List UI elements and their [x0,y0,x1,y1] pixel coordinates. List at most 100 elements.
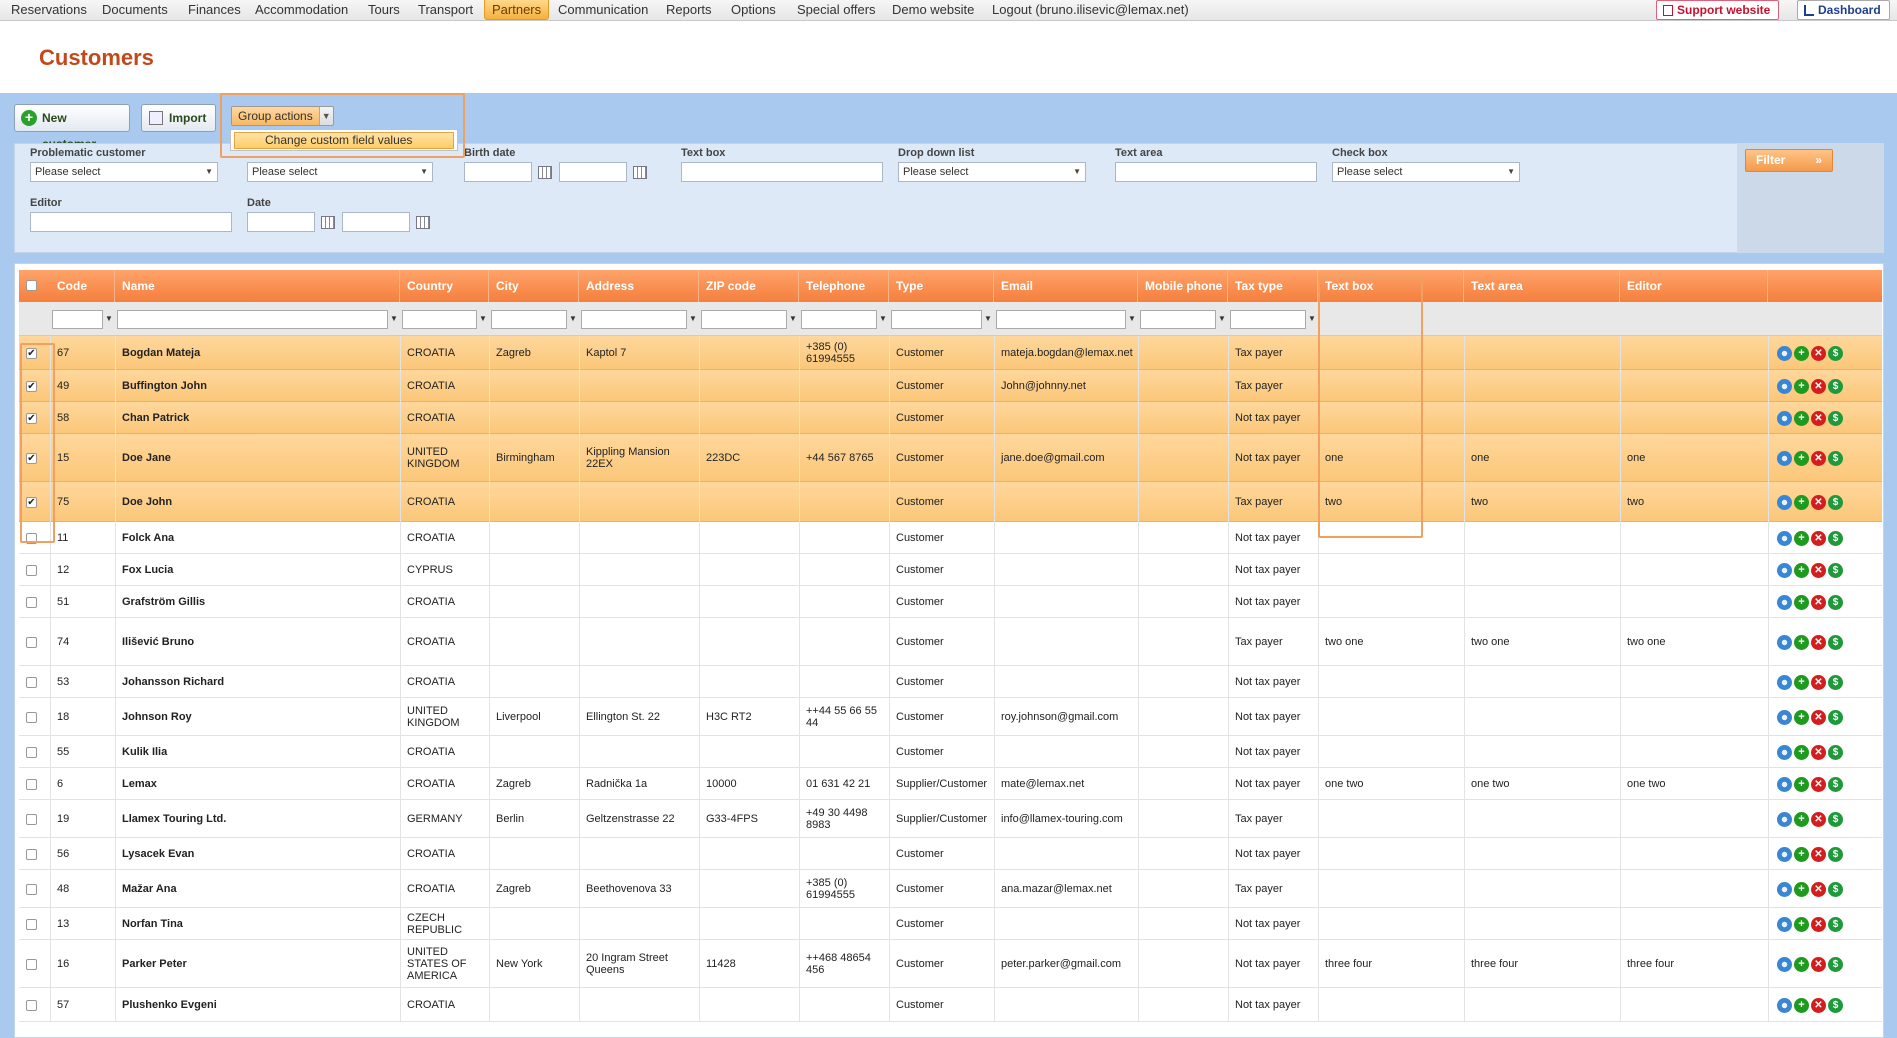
row-checkbox[interactable] [26,958,37,970]
row-checkbox[interactable] [26,918,37,930]
delete-x-icon[interactable]: ✕ [1811,530,1826,546]
delete-x-icon[interactable]: ✕ [1811,997,1826,1013]
add-plus-icon[interactable]: + [1794,811,1809,827]
row-checkbox[interactable] [26,813,37,825]
payment-dollar-icon[interactable]: $ [1828,562,1843,578]
column-header-name[interactable]: Name [115,270,400,302]
delete-x-icon[interactable]: ✕ [1811,956,1826,972]
table-row[interactable]: 12 Fox Lucia CYPRUS Customer Not tax payer + ✕… [19,554,1882,586]
payment-dollar-icon[interactable]: $ [1828,997,1843,1013]
vip-client-select[interactable]: Please select ▼ [247,162,433,182]
row-checkbox[interactable] [26,636,37,648]
payment-dollar-icon[interactable]: $ [1828,744,1843,760]
drop-down-list-select[interactable]: Please select ▼ [898,162,1086,182]
delete-x-icon[interactable]: ✕ [1811,674,1826,690]
chevron-down-icon[interactable]: ▼ [1308,314,1316,323]
column-filter-name[interactable] [117,310,388,329]
table-row[interactable]: ✔ 67 Bogdan Mateja CROATIA Zagreb Kaptol 7 +38… [19,336,1882,370]
row-checkbox[interactable] [26,883,37,895]
add-plus-icon[interactable]: + [1794,378,1809,394]
add-plus-icon[interactable]: + [1794,494,1809,510]
add-plus-icon[interactable]: + [1794,562,1809,578]
add-plus-icon[interactable]: + [1794,997,1809,1013]
settings-gear-icon[interactable] [1777,530,1792,546]
column-header-city[interactable]: City [489,270,579,302]
settings-gear-icon[interactable] [1777,997,1792,1013]
settings-gear-icon[interactable] [1777,674,1792,690]
delete-x-icon[interactable]: ✕ [1811,744,1826,760]
table-row[interactable]: 13 Norfan Tina CZECH REPUBLIC Customer Not t… [19,908,1882,940]
delete-x-icon[interactable]: ✕ [1811,450,1826,466]
column-header-tax-type[interactable]: Tax type [1228,270,1318,302]
editor-input[interactable] [30,212,232,232]
import-button[interactable]: Import [141,104,216,132]
column-header-country[interactable]: Country [400,270,489,302]
column-header-type[interactable]: Type [889,270,994,302]
delete-x-icon[interactable]: ✕ [1811,709,1826,725]
payment-dollar-icon[interactable]: $ [1828,846,1843,862]
column-header-editor[interactable]: Editor [1620,270,1768,302]
birth-date-to-input[interactable] [559,162,627,182]
settings-gear-icon[interactable] [1777,846,1792,862]
calendar-icon[interactable] [321,216,335,229]
add-plus-icon[interactable]: + [1794,916,1809,932]
settings-gear-icon[interactable] [1777,776,1792,792]
table-row[interactable]: 53 Johansson Richard CROATIA Customer Not ta… [19,666,1882,698]
nav-item-demo-website[interactable]: Demo website [885,0,981,20]
column-filter-tax[interactable] [1230,310,1306,329]
chevron-down-icon[interactable]: ▼ [479,314,487,323]
column-header-zip-code[interactable]: ZIP code [699,270,799,302]
add-plus-icon[interactable]: + [1794,846,1809,862]
column-filter-mobile[interactable] [1140,310,1216,329]
settings-gear-icon[interactable] [1777,345,1792,361]
payment-dollar-icon[interactable]: $ [1828,378,1843,394]
table-row[interactable]: ✔ 49 Buffington John CROATIA Customer John@jo… [19,370,1882,402]
calendar-icon[interactable] [538,166,552,179]
row-checkbox[interactable] [26,596,37,608]
table-row[interactable]: 6 Lemax CROATIA Zagreb Radnička 1a 10000 01 63… [19,768,1882,800]
delete-x-icon[interactable]: ✕ [1811,634,1826,650]
column-header-email[interactable]: Email [994,270,1138,302]
date-to-input[interactable] [342,212,410,232]
row-checkbox[interactable] [26,999,37,1011]
payment-dollar-icon[interactable]: $ [1828,956,1843,972]
column-header-mobile-phone[interactable]: Mobile phone [1138,270,1228,302]
nav-item-options[interactable]: Options [724,0,783,20]
row-checkbox[interactable] [26,711,37,723]
row-checkbox[interactable] [26,746,37,758]
add-plus-icon[interactable]: + [1794,881,1809,897]
delete-x-icon[interactable]: ✕ [1811,562,1826,578]
select-all-checkbox[interactable] [26,280,37,291]
table-row[interactable]: 18 Johnson Roy UNITED KINGDOM Liverpool Elli… [19,698,1882,736]
add-plus-icon[interactable]: + [1794,709,1809,725]
delete-x-icon[interactable]: ✕ [1811,881,1826,897]
chevron-down-icon[interactable]: ▼ [1218,314,1226,323]
nav-item-transport[interactable]: Transport [411,0,480,20]
chevron-down-icon[interactable]: ▼ [390,314,398,323]
chevron-down-icon[interactable]: ▼ [879,314,887,323]
table-row[interactable]: 74 Ilišević Bruno CROATIA Customer Tax payer… [19,618,1882,666]
row-checkbox[interactable] [26,564,37,576]
text-area-input[interactable] [1115,162,1317,182]
table-row[interactable]: ✔ 75 Doe John CROATIA Customer Tax payer two tw… [19,482,1882,522]
delete-x-icon[interactable]: ✕ [1811,378,1826,394]
column-filter-code[interactable] [52,310,103,329]
settings-gear-icon[interactable] [1777,744,1792,760]
table-row[interactable]: 11 Folck Ana CROATIA Customer Not tax payer +… [19,522,1882,554]
filter-button[interactable]: Filter » [1745,149,1833,172]
payment-dollar-icon[interactable]: $ [1828,450,1843,466]
add-plus-icon[interactable]: + [1794,594,1809,610]
payment-dollar-icon[interactable]: $ [1828,776,1843,792]
column-filter-tel[interactable] [801,310,877,329]
nav-item-accommodation[interactable]: Accommodation [248,0,355,20]
settings-gear-icon[interactable] [1777,709,1792,725]
table-row[interactable]: 51 Grafström Gillis CROATIA Customer Not tax… [19,586,1882,618]
payment-dollar-icon[interactable]: $ [1828,634,1843,650]
chevron-down-icon[interactable]: ▼ [689,314,697,323]
add-plus-icon[interactable]: + [1794,450,1809,466]
add-plus-icon[interactable]: + [1794,634,1809,650]
nav-item-logout-bruno-ilisevic-lemax-net[interactable]: Logout (bruno.ilisevic@lemax.net) [985,0,1196,20]
birth-date-from-input[interactable] [464,162,532,182]
delete-x-icon[interactable]: ✕ [1811,345,1826,361]
problematic-customer-select[interactable]: Please select ▼ [30,162,218,182]
